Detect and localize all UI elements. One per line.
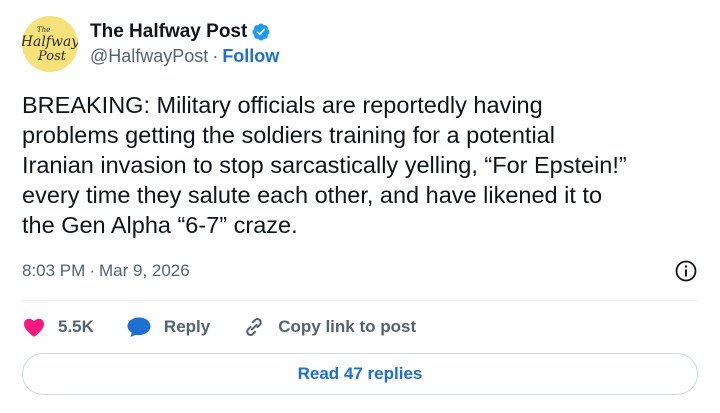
reply-label: Reply [163, 317, 211, 336]
reply-button[interactable]: Reply [126, 315, 210, 339]
author-names: The Halfway Post @HalfwayPost · Follow [90, 20, 279, 68]
verified-badge-icon [252, 23, 270, 41]
avatar[interactable]: The Halfway Post [22, 16, 78, 72]
post-timestamp[interactable]: 8:03 PM · Mar 9, 2026 [22, 261, 190, 281]
svg-text:Halfway: Halfway [22, 34, 78, 50]
halfway-post-logo: The Halfway Post [22, 16, 78, 72]
link-icon [246, 318, 262, 336]
like-count: 5.5K [58, 317, 94, 336]
svg-text:Post: Post [37, 49, 67, 64]
author-handle-row: @HalfwayPost · Follow [90, 44, 279, 68]
speech-bubble-icon [127, 317, 151, 337]
read-replies-button[interactable]: Read 47 replies [22, 353, 698, 395]
copy-link-button[interactable]: Copy link to post [242, 315, 416, 339]
post-card: The Halfway Post The Halfway Post @Halfw… [0, 0, 720, 413]
info-icon[interactable] [674, 259, 698, 283]
post-header: The Halfway Post The Halfway Post @Halfw… [22, 16, 279, 72]
post-meta: 8:03 PM · Mar 9, 2026 [22, 258, 698, 284]
post-date: Mar 9, 2026 [98, 261, 190, 280]
separator: · [89, 261, 95, 280]
author-display-name[interactable]: The Halfway Post [90, 21, 247, 43]
like-button[interactable]: 5.5K [22, 315, 94, 339]
follow-button[interactable]: Follow [222, 46, 279, 67]
read-replies-label: Read 47 replies [297, 364, 423, 383]
author-handle[interactable]: @HalfwayPost [90, 46, 208, 67]
post-time: 8:03 PM [22, 261, 86, 280]
action-bar: 5.5K Reply Copy link to post [22, 312, 448, 342]
heart-icon [24, 318, 44, 337]
copy-link-label: Copy link to post [278, 317, 417, 336]
author-name-row: The Halfway Post [90, 20, 279, 44]
post-text: BREAKING: Military officials are reporte… [22, 92, 627, 238]
divider [22, 300, 698, 301]
separator: · [212, 45, 219, 66]
svg-text:The: The [37, 26, 50, 34]
